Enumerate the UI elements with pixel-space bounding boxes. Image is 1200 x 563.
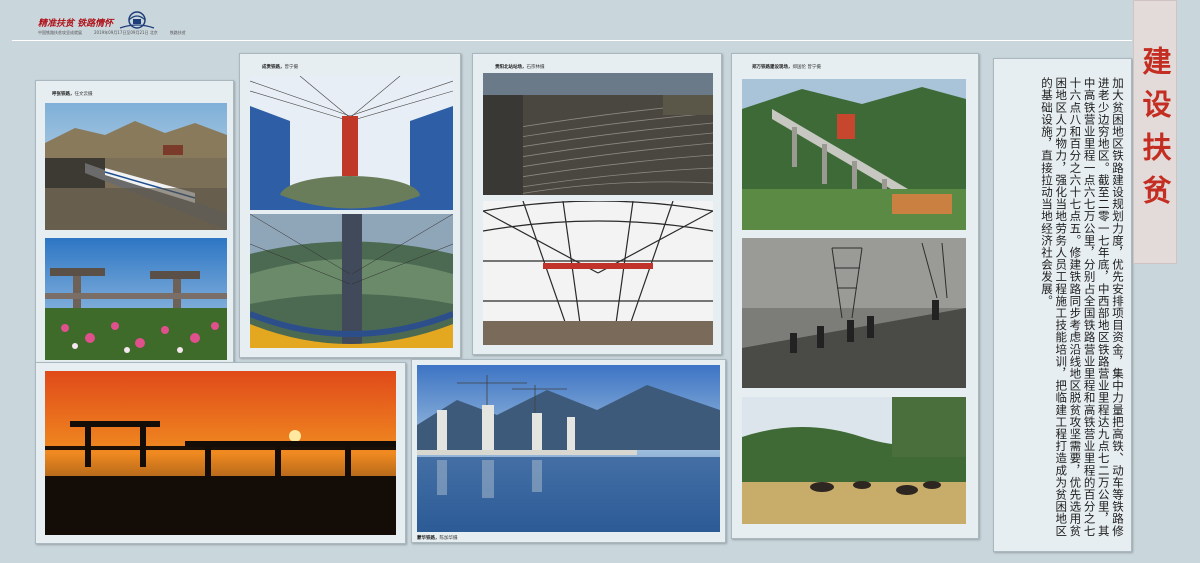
caption-guiyang: 贵阳北站站场，石宗林摄: [495, 64, 545, 70]
caption-credit: 陈加华摄: [439, 536, 458, 541]
photo-highspeed-train: [45, 103, 227, 230]
photo-valley-arch: [250, 214, 453, 348]
caption-credit: 任文云摄: [74, 92, 93, 97]
sub-mid: 2019年09月17日至09月21日 北京: [94, 30, 158, 35]
caption-credit: 石宗林摄: [526, 65, 545, 70]
caption-title: 成贵铁路，: [262, 65, 285, 70]
caption-title: 蒙华铁路，: [417, 536, 440, 541]
panel-zhengwan: 郑万铁路建设现场，郑国伦 曾宁摄: [731, 53, 979, 539]
photo-workers-pylon: [742, 238, 966, 388]
panel-huzhang: 呼张铁路，任文云摄: [35, 80, 234, 365]
description-panel: 加大贫困地区铁路建设规划力度，优先安排项目资金，集中力量把高铁、动车等铁路修进老…: [993, 58, 1132, 552]
sub-right: 铁路扶贫: [169, 30, 186, 35]
photo-lake-bridge: [417, 365, 720, 532]
header-subline: 中国铁路扶贫攻坚成就展 2019年09月17日至09月21日 北京 铁路扶贫: [38, 30, 198, 36]
caption-zhengwan: 郑万铁路建设现场，郑国伦 曾宁摄: [752, 64, 821, 70]
sub-left: 中国铁路扶贫攻坚成就展: [38, 30, 82, 35]
panel-sunset: [35, 362, 406, 544]
photo-mountain-viaduct: [742, 79, 966, 230]
photo-cable-bridge: [250, 76, 453, 210]
caption-huzhang: 呼张铁路，任文云摄: [52, 91, 93, 97]
caption-chenggui: 成贵铁路，曾宁摄: [262, 64, 298, 70]
panel-menghua: 蒙华铁路，陈加华摄: [411, 359, 726, 543]
caption-title: 郑万铁路建设现场，: [752, 65, 793, 70]
photo-sunset-gantry: [45, 371, 396, 535]
description-text: 加大贫困地区铁路建设规划力度，优先安排项目资金，集中力量把高铁、动车等铁路修进老…: [1039, 77, 1125, 537]
caption-menghua: 蒙华铁路，陈加华摄: [417, 535, 458, 541]
photo-station-roof: [483, 201, 713, 345]
photo-rail-yard: [483, 73, 713, 195]
photo-cattle-field: [742, 397, 966, 524]
caption-credit: 曾宁摄: [284, 65, 299, 70]
caption-title: 呼张铁路，: [52, 92, 75, 97]
page-title: 建设扶贫: [1138, 46, 1172, 218]
brand-slogan: 精准扶贫 铁路情怀: [38, 19, 114, 29]
panel-chenggui: 成贵铁路，曾宁摄: [239, 53, 461, 358]
title-banner: 建设扶贫: [1133, 0, 1177, 264]
header-divider: [12, 40, 1132, 41]
caption-title: 贵阳北站站场，: [495, 65, 527, 70]
photo-viaduct-flowers: [45, 238, 227, 360]
panel-guiyang: 贵阳北站站场，石宗林摄: [472, 53, 722, 355]
caption-credit: 郑国伦 曾宁摄: [792, 65, 821, 70]
